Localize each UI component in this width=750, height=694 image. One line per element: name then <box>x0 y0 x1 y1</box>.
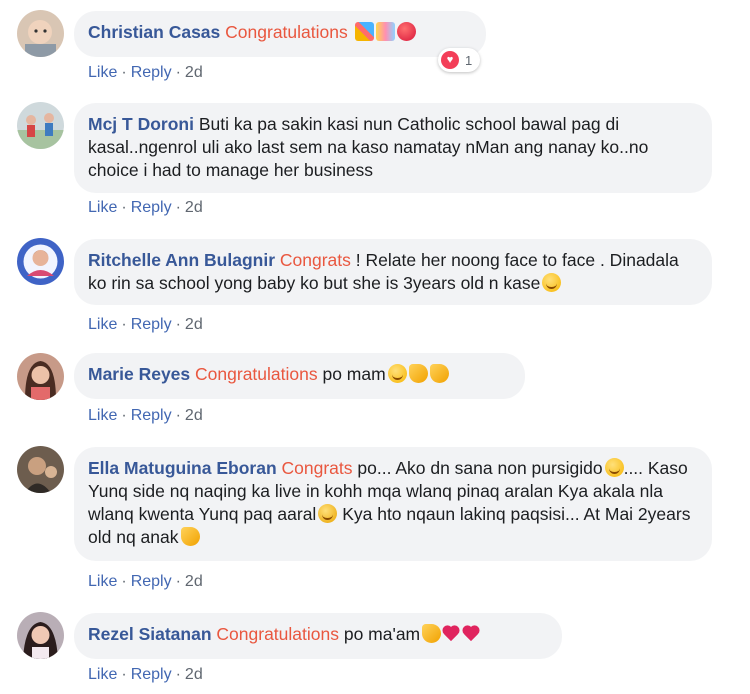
red-heart-emoji <box>463 625 481 643</box>
grinning-face-emoji <box>542 273 562 292</box>
comment-bubble: Mcj T Doroni Buti ka pa sakin kasi nun C… <box>74 103 712 193</box>
avatar[interactable] <box>17 102 64 149</box>
comment-bubble: Christian Casas Congratulations <box>74 11 486 57</box>
red-heart-emoji <box>443 625 461 643</box>
comment-timestamp[interactable]: 2d <box>185 64 203 81</box>
reply-link[interactable]: Reply <box>131 64 172 81</box>
comment-text: po mam <box>317 364 386 384</box>
comment-actions: Like · Reply · 2d <box>88 666 203 683</box>
comment-item: Christian Casas Congratulations ♥ 1 Like… <box>0 0 750 90</box>
comment-text: po... Ako dn sana non pursigido <box>352 458 603 478</box>
comment-bubble: Ritchelle Ann Bulagnir Congrats ! Relate… <box>74 239 712 305</box>
comment-item: Mcj T Doroni Buti ka pa sakin kasi nun C… <box>0 96 750 226</box>
like-link[interactable]: Like <box>88 199 117 216</box>
comment-actions: Like · Reply · 2d <box>88 316 203 333</box>
reply-link[interactable]: Reply <box>131 407 172 424</box>
reaction-count: 1 <box>465 52 473 68</box>
comment-author[interactable]: Ella Matuguina Eboran <box>88 458 277 478</box>
avatar[interactable] <box>17 446 64 493</box>
comment-timestamp[interactable]: 2d <box>185 199 203 216</box>
comment-actions: Like · Reply · 2d <box>88 573 203 590</box>
comment-author[interactable]: Marie Reyes <box>88 364 190 384</box>
avatar[interactable] <box>17 238 64 285</box>
comment-actions: Like · Reply · 2d <box>88 64 203 81</box>
hashtag-highlight[interactable]: Congrats <box>282 458 353 478</box>
comment-author[interactable]: Rezel Siatanan <box>88 624 212 644</box>
hashtag-highlight[interactable]: Congratulations <box>195 364 318 384</box>
reaction-count-badge[interactable]: ♥ 1 <box>438 48 481 72</box>
reply-link[interactable]: Reply <box>131 199 172 216</box>
like-link[interactable]: Like <box>88 573 117 590</box>
reply-link[interactable]: Reply <box>131 666 172 683</box>
clapping-hands-emoji <box>422 624 442 643</box>
avatar[interactable] <box>17 612 64 659</box>
comment-item: Ella Matuguina Eboran Congrats po... Ako… <box>0 440 750 600</box>
comment-timestamp[interactable]: 2d <box>185 407 203 424</box>
comment-bubble: Marie Reyes Congratulations po mam <box>74 353 525 399</box>
hashtag-highlight[interactable]: Congrats <box>280 250 351 270</box>
comment-author[interactable]: Christian Casas <box>88 22 220 42</box>
like-link[interactable]: Like <box>88 64 117 81</box>
like-link[interactable]: Like <box>88 666 117 683</box>
clapping-hands-emoji <box>429 364 449 383</box>
comment-actions: Like · Reply · 2d <box>88 199 203 216</box>
clapping-hands-emoji <box>180 527 200 546</box>
balloon-emoji <box>396 22 416 41</box>
smiling-face-emoji <box>604 458 624 477</box>
comment-item: Marie Reyes Congratulations po mam Like ·… <box>0 346 750 436</box>
avatar[interactable] <box>17 353 64 400</box>
confetti-emoji <box>375 22 395 41</box>
clapping-hands-emoji <box>408 364 428 383</box>
comment-timestamp[interactable]: 2d <box>185 573 203 590</box>
disappointed-face-emoji <box>318 504 338 523</box>
party-popper-emoji <box>354 22 374 41</box>
avatar[interactable] <box>17 10 64 57</box>
comment-timestamp[interactable]: 2d <box>185 316 203 333</box>
comment-item: Ritchelle Ann Bulagnir Congrats ! Relate… <box>0 232 750 342</box>
comment-timestamp[interactable]: 2d <box>185 666 203 683</box>
like-link[interactable]: Like <box>88 316 117 333</box>
comment-author[interactable]: Mcj T Doroni <box>88 114 194 134</box>
comment-bubble: Rezel Siatanan Congratulations po ma'am <box>74 613 562 659</box>
like-link[interactable]: Like <box>88 407 117 424</box>
heart-reaction-icon: ♥ <box>441 51 459 69</box>
comment-item: Rezel Siatanan Congratulations po ma'am … <box>0 606 750 694</box>
hashtag-highlight[interactable]: Congratulations <box>225 22 348 42</box>
hashtag-highlight[interactable]: Congratulations <box>216 624 339 644</box>
comment-author[interactable]: Ritchelle Ann Bulagnir <box>88 250 275 270</box>
comment-text: po ma'am <box>338 624 421 644</box>
reply-link[interactable]: Reply <box>131 573 172 590</box>
comment-actions: Like · Reply · 2d <box>88 407 203 424</box>
reply-link[interactable]: Reply <box>131 316 172 333</box>
comment-bubble: Ella Matuguina Eboran Congrats po... Ako… <box>74 447 712 561</box>
smiling-face-emoji <box>387 364 407 383</box>
